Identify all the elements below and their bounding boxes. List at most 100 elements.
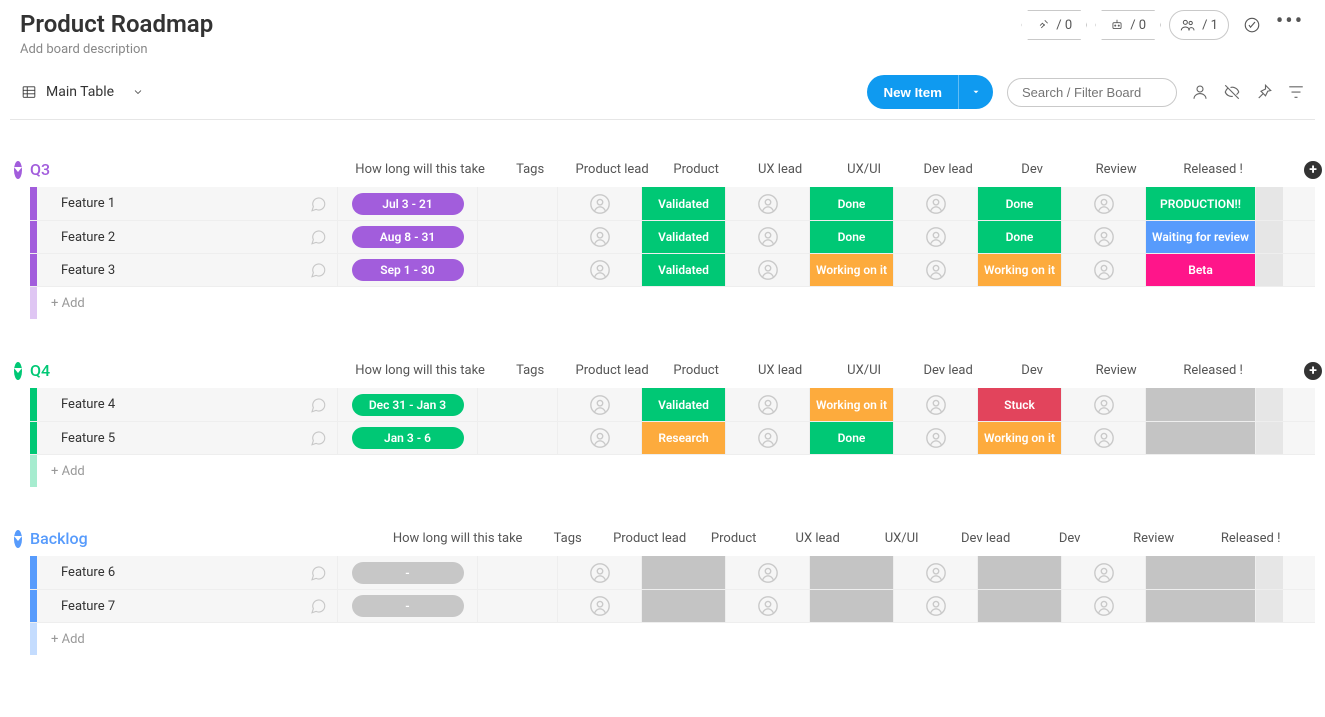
status-cell[interactable]: Done <box>809 422 893 454</box>
item-name[interactable]: Feature 2 <box>53 230 309 245</box>
status-cell[interactable]: Working on it <box>809 254 893 286</box>
status-cell[interactable]: Beta <box>1145 254 1255 286</box>
board-description[interactable]: Add board description <box>20 42 213 57</box>
item-name[interactable]: Feature 1 <box>53 196 309 211</box>
column-header-time[interactable]: How long will this take <box>350 363 490 378</box>
product-lead-cell[interactable] <box>557 590 641 622</box>
chat-icon[interactable] <box>309 564 327 582</box>
column-header-product-lead[interactable]: Product lead <box>570 363 654 378</box>
ux-lead-cell[interactable] <box>725 221 809 253</box>
new-item-button[interactable]: New Item <box>867 75 993 109</box>
timeline-cell[interactable]: - <box>337 590 477 622</box>
status-cell[interactable]: Validated <box>641 221 725 253</box>
review-cell[interactable] <box>1061 556 1145 589</box>
chat-icon[interactable] <box>309 228 327 246</box>
status-cell[interactable]: Working on it <box>809 388 893 421</box>
status-cell[interactable] <box>809 590 893 622</box>
dev-lead-cell[interactable] <box>893 388 977 421</box>
column-header-released[interactable]: Released ! <box>1158 162 1268 177</box>
timeline-cell[interactable]: - <box>337 556 477 589</box>
product-lead-cell[interactable] <box>557 254 641 286</box>
column-header-time[interactable]: How long will this take <box>350 162 490 177</box>
timeline-cell[interactable]: Sep 1 - 30 <box>337 254 477 286</box>
pin-icon[interactable] <box>1255 83 1273 101</box>
ux-lead-cell[interactable] <box>725 556 809 589</box>
timeline-cell[interactable]: Jul 3 - 21 <box>337 187 477 220</box>
tags-cell[interactable] <box>477 254 557 286</box>
chat-icon[interactable] <box>309 396 327 414</box>
tags-cell[interactable] <box>477 556 557 589</box>
tags-cell[interactable] <box>477 187 557 220</box>
review-cell[interactable] <box>1061 388 1145 421</box>
group-collapse-toggle[interactable] <box>14 530 22 548</box>
status-cell[interactable] <box>977 590 1061 622</box>
integration-badge-1[interactable]: / 0 <box>1021 10 1087 40</box>
table-row[interactable]: Feature 5 Jan 3 - 6 Research Done Workin… <box>30 421 1315 454</box>
chat-icon[interactable] <box>309 195 327 213</box>
status-cell[interactable]: Done <box>977 221 1061 253</box>
item-name[interactable]: Feature 5 <box>53 431 309 446</box>
group-title[interactable]: Q4 <box>30 361 50 380</box>
column-header-review[interactable]: Review <box>1074 363 1158 378</box>
search-input[interactable] <box>1007 78 1177 107</box>
group-title[interactable]: Q3 <box>30 160 50 179</box>
status-cell[interactable]: Done <box>809 221 893 253</box>
dev-lead-cell[interactable] <box>893 556 977 589</box>
column-header-product[interactable]: Product <box>654 363 738 378</box>
product-lead-cell[interactable] <box>557 422 641 454</box>
filter-icon[interactable] <box>1287 83 1305 101</box>
status-cell[interactable] <box>641 590 725 622</box>
status-cell[interactable]: Research <box>641 422 725 454</box>
table-row[interactable]: Feature 6 - <box>30 556 1315 589</box>
dev-lead-cell[interactable] <box>893 422 977 454</box>
status-cell[interactable] <box>1145 590 1255 622</box>
review-cell[interactable] <box>1061 422 1145 454</box>
group-collapse-toggle[interactable] <box>14 161 22 179</box>
column-header-product[interactable]: Product <box>692 531 776 546</box>
column-header-uxui[interactable]: UX/UI <box>822 363 906 378</box>
group-collapse-toggle[interactable] <box>14 362 22 380</box>
status-cell[interactable]: Done <box>977 187 1061 220</box>
status-cell[interactable]: Validated <box>641 254 725 286</box>
integration-badge-2[interactable]: / 0 <box>1095 10 1161 40</box>
timeline-cell[interactable]: Aug 8 - 31 <box>337 221 477 253</box>
product-lead-cell[interactable] <box>557 221 641 253</box>
column-header-tags[interactable]: Tags <box>528 531 608 546</box>
ux-lead-cell[interactable] <box>725 590 809 622</box>
chat-icon[interactable] <box>309 261 327 279</box>
status-cell[interactable]: Validated <box>641 388 725 421</box>
add-item-row[interactable]: + Add <box>30 454 1315 487</box>
column-header-uxui[interactable]: UX/UI <box>860 531 944 546</box>
review-cell[interactable] <box>1061 221 1145 253</box>
table-row[interactable]: Feature 4 Dec 31 - Jan 3 Validated Worki… <box>30 388 1315 421</box>
status-cell[interactable]: Done <box>809 187 893 220</box>
column-header-product-lead[interactable]: Product lead <box>570 162 654 177</box>
column-header-review[interactable]: Review <box>1112 531 1196 546</box>
group-title[interactable]: Backlog <box>30 529 88 548</box>
status-cell[interactable]: Waiting for review <box>1145 221 1255 253</box>
item-name[interactable]: Feature 7 <box>53 599 309 614</box>
column-header-dev-lead[interactable]: Dev lead <box>944 531 1028 546</box>
person-filter-icon[interactable] <box>1191 83 1209 101</box>
status-cell[interactable]: Validated <box>641 187 725 220</box>
chat-icon[interactable] <box>309 597 327 615</box>
column-header-tags[interactable]: Tags <box>490 363 570 378</box>
status-cell[interactable] <box>1145 422 1255 454</box>
view-selector[interactable]: Main Table <box>20 84 144 100</box>
ux-lead-cell[interactable] <box>725 254 809 286</box>
ux-lead-cell[interactable] <box>725 187 809 220</box>
column-header-review[interactable]: Review <box>1074 162 1158 177</box>
review-cell[interactable] <box>1061 187 1145 220</box>
status-cell[interactable] <box>977 556 1061 589</box>
tags-cell[interactable] <box>477 388 557 421</box>
column-header-released[interactable]: Released ! <box>1196 531 1306 546</box>
tags-cell[interactable] <box>477 422 557 454</box>
column-header-released[interactable]: Released ! <box>1158 363 1268 378</box>
timeline-cell[interactable]: Dec 31 - Jan 3 <box>337 388 477 421</box>
tags-cell[interactable] <box>477 590 557 622</box>
ux-lead-cell[interactable] <box>725 422 809 454</box>
column-header-dev-lead[interactable]: Dev lead <box>906 363 990 378</box>
status-cell[interactable] <box>1145 556 1255 589</box>
dev-lead-cell[interactable] <box>893 187 977 220</box>
column-header-product[interactable]: Product <box>654 162 738 177</box>
